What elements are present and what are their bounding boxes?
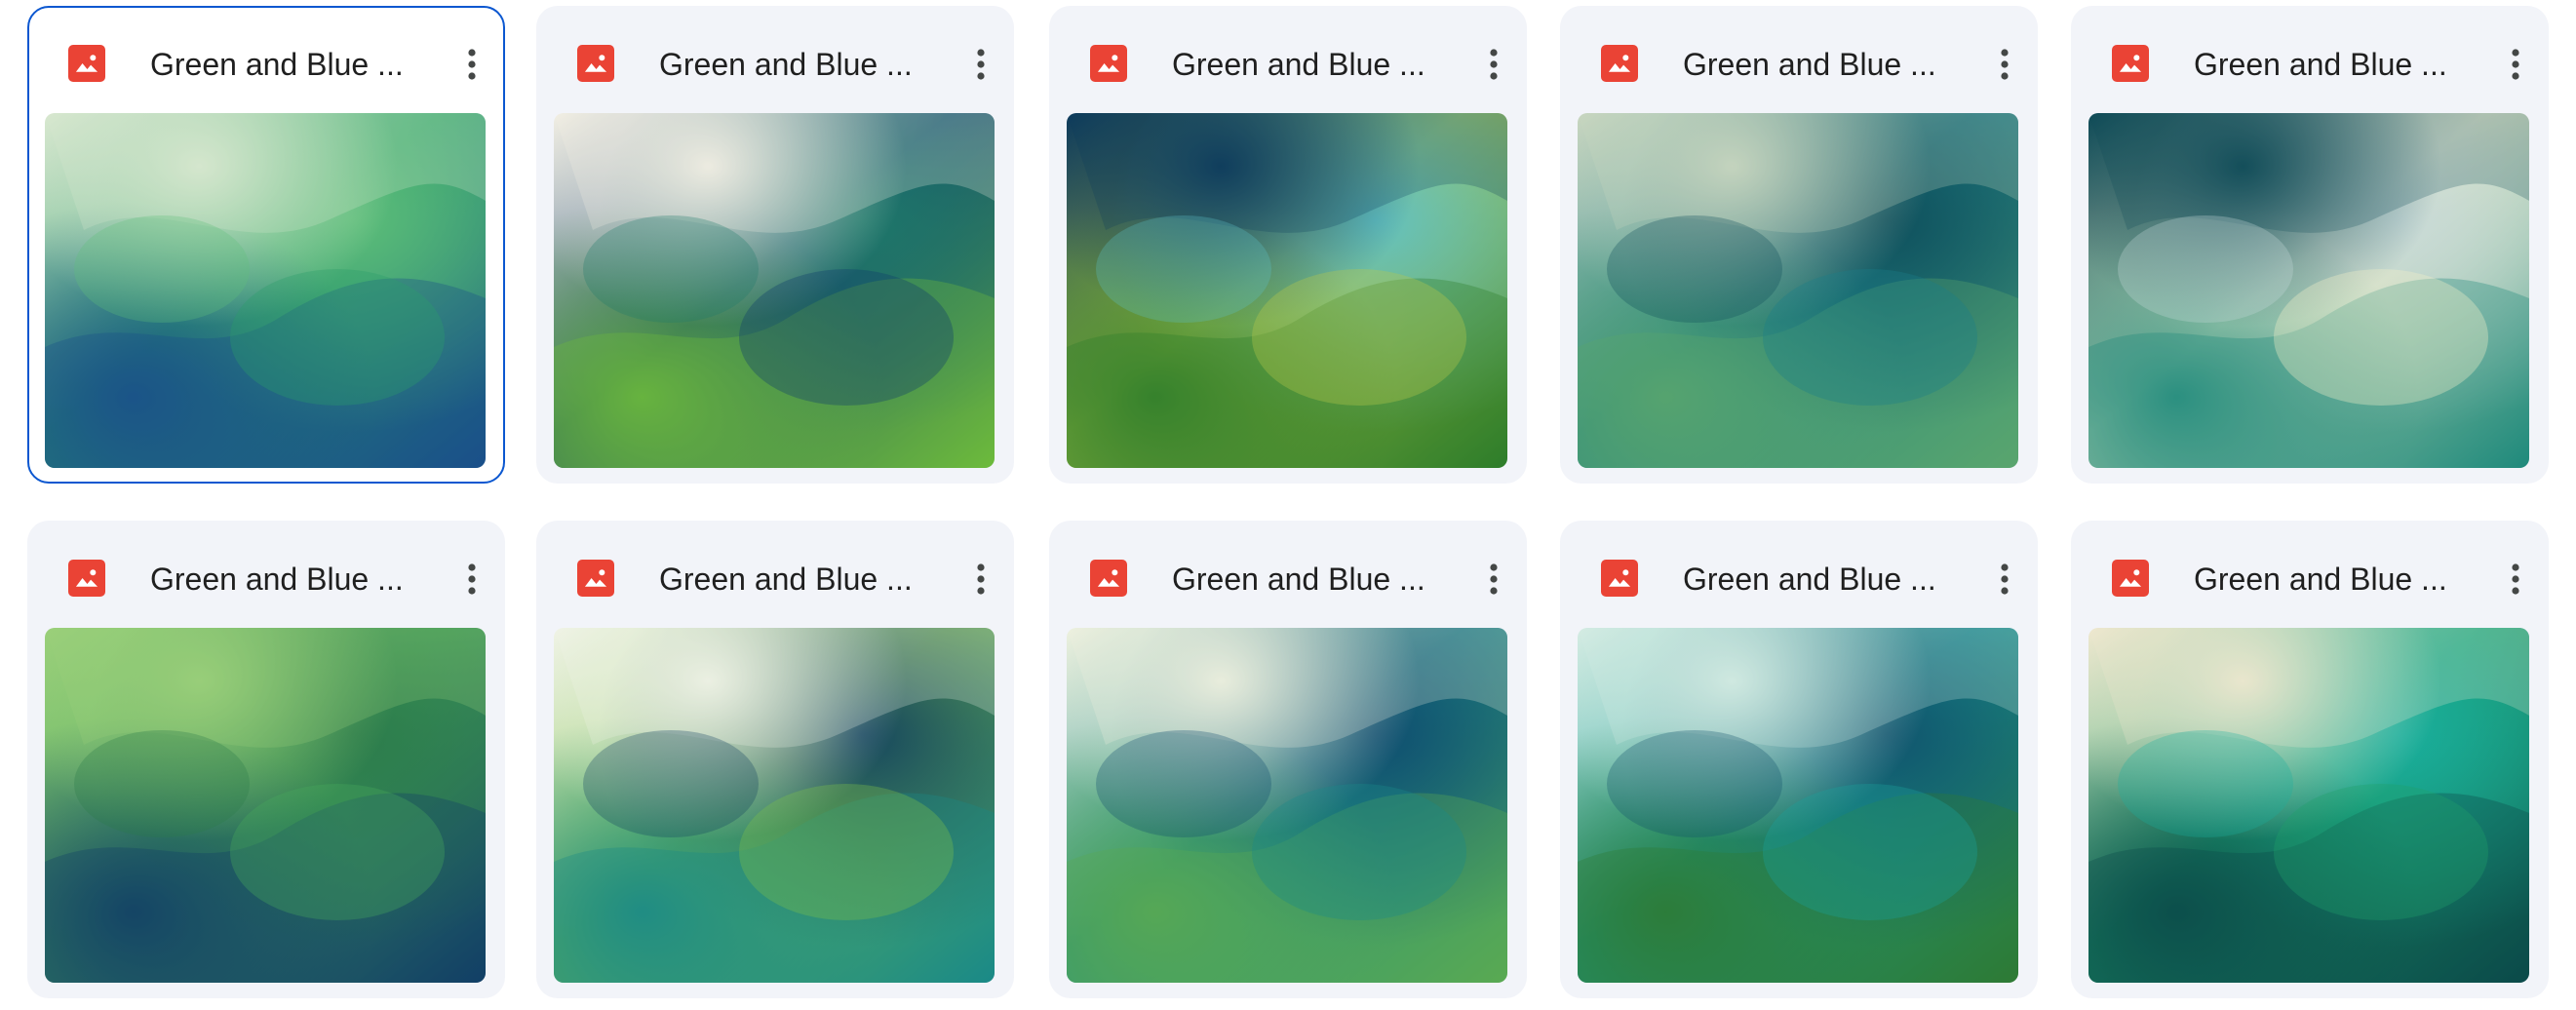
- more-vert-icon[interactable]: [952, 35, 1010, 94]
- file-card[interactable]: Green and Blue ...: [27, 6, 505, 484]
- file-title: Green and Blue ...: [150, 47, 404, 82]
- file-thumbnail[interactable]: [2088, 113, 2529, 468]
- file-title: Green and Blue ...: [2194, 47, 2447, 82]
- file-title: Green and Blue ...: [1172, 562, 1425, 597]
- more-vert-icon[interactable]: [2486, 550, 2545, 608]
- file-thumbnail[interactable]: [1067, 628, 1507, 983]
- file-card[interactable]: Green and Blue ...: [536, 521, 1014, 998]
- file-thumbnail[interactable]: [45, 113, 486, 468]
- more-vert-icon[interactable]: [1464, 35, 1523, 94]
- image-file-icon: [1090, 560, 1127, 597]
- file-card-header: Green and Blue ...: [536, 6, 1014, 113]
- image-file-icon: [577, 45, 614, 82]
- file-title: Green and Blue ...: [1683, 562, 1936, 597]
- file-card-header: Green and Blue ...: [1560, 521, 2038, 628]
- file-title: Green and Blue ...: [659, 47, 913, 82]
- image-file-icon: [68, 45, 105, 82]
- file-card[interactable]: Green and Blue ...: [2071, 521, 2549, 998]
- file-grid: Green and Blue ... Green and Blue ... Gr…: [0, 0, 2576, 1010]
- file-card[interactable]: Green and Blue ...: [2071, 6, 2549, 484]
- file-thumbnail[interactable]: [45, 628, 486, 983]
- file-thumbnail[interactable]: [1578, 628, 2018, 983]
- more-vert-icon[interactable]: [443, 35, 501, 94]
- file-card-header: Green and Blue ...: [536, 521, 1014, 628]
- file-card[interactable]: Green and Blue ...: [1560, 521, 2038, 998]
- file-card-header: Green and Blue ...: [1560, 6, 2038, 113]
- more-vert-icon[interactable]: [1975, 35, 2034, 94]
- file-title: Green and Blue ...: [659, 562, 913, 597]
- image-file-icon: [1601, 45, 1638, 82]
- image-file-icon: [68, 560, 105, 597]
- more-vert-icon[interactable]: [1464, 550, 1523, 608]
- image-file-icon: [1090, 45, 1127, 82]
- file-card-header: Green and Blue ...: [2071, 521, 2549, 628]
- file-thumbnail[interactable]: [554, 113, 995, 468]
- file-card[interactable]: Green and Blue ...: [1049, 6, 1527, 484]
- more-vert-icon[interactable]: [2486, 35, 2545, 94]
- file-thumbnail[interactable]: [554, 628, 995, 983]
- file-card[interactable]: Green and Blue ...: [536, 6, 1014, 484]
- file-thumbnail[interactable]: [1067, 113, 1507, 468]
- file-title: Green and Blue ...: [2194, 562, 2447, 597]
- more-vert-icon[interactable]: [443, 550, 501, 608]
- file-card-header: Green and Blue ...: [27, 521, 505, 628]
- more-vert-icon[interactable]: [952, 550, 1010, 608]
- image-file-icon: [2112, 560, 2149, 597]
- file-card[interactable]: Green and Blue ...: [1049, 521, 1527, 998]
- file-card-header: Green and Blue ...: [29, 8, 503, 115]
- image-file-icon: [2112, 45, 2149, 82]
- more-vert-icon[interactable]: [1975, 550, 2034, 608]
- file-title: Green and Blue ...: [1683, 47, 1936, 82]
- file-card[interactable]: Green and Blue ...: [1560, 6, 2038, 484]
- file-card-header: Green and Blue ...: [1049, 6, 1527, 113]
- file-thumbnail[interactable]: [2088, 628, 2529, 983]
- file-card-header: Green and Blue ...: [2071, 6, 2549, 113]
- file-title: Green and Blue ...: [150, 562, 404, 597]
- image-file-icon: [577, 560, 614, 597]
- file-card[interactable]: Green and Blue ...: [27, 521, 505, 998]
- file-card-header: Green and Blue ...: [1049, 521, 1527, 628]
- image-file-icon: [1601, 560, 1638, 597]
- file-thumbnail[interactable]: [1578, 113, 2018, 468]
- file-title: Green and Blue ...: [1172, 47, 1425, 82]
